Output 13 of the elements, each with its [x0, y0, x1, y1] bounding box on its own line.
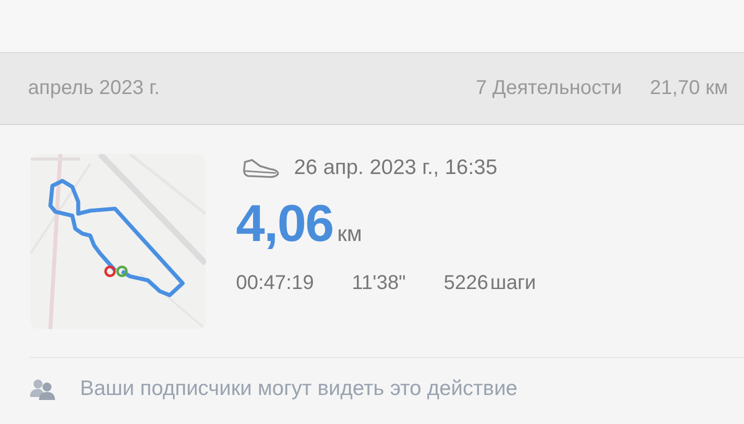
visibility-note: Ваши подписчики могут видеть это действие	[80, 377, 518, 401]
duration-value: 00:47:19	[236, 272, 314, 295]
steps-unit: шаги	[490, 272, 536, 295]
distance-unit: км	[337, 221, 362, 247]
activity-datetime: 26 апр. 2023 г., 16:35	[294, 156, 498, 180]
followers-icon	[30, 378, 56, 400]
month-label: апрель 2023 г.	[28, 77, 160, 100]
steps-value: 5226	[444, 272, 488, 295]
total-distance: 21,70 км	[650, 77, 728, 100]
activity-count: 7 Деятельности	[476, 77, 622, 100]
pace-value: 11'38"	[352, 272, 406, 295]
shoe-icon	[242, 158, 280, 178]
distance-value: 4,06	[236, 194, 334, 254]
